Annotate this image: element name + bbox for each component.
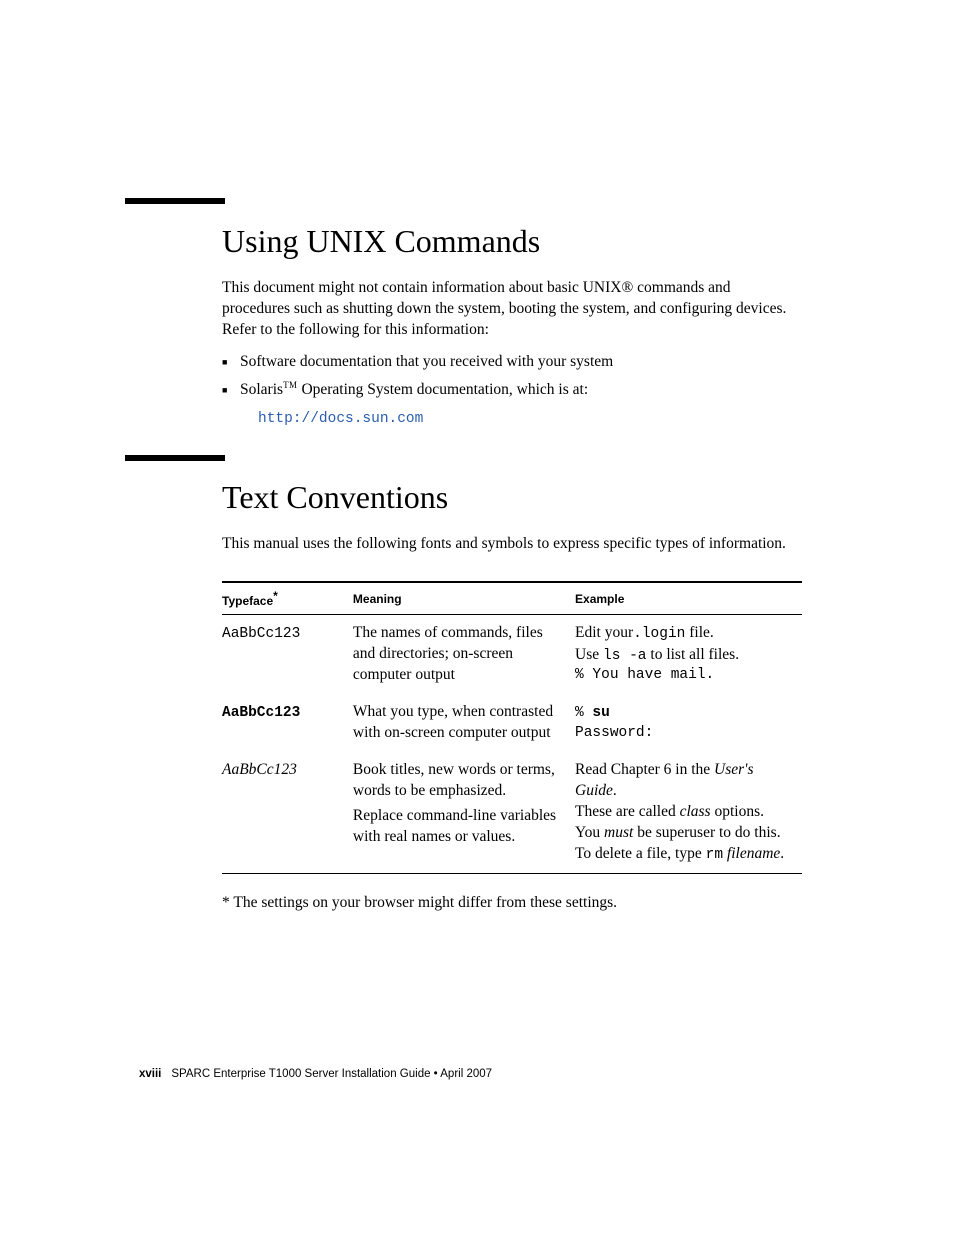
- page: Using UNIX Commands This document might …: [0, 0, 954, 1235]
- heading-text-conventions: Text Conventions: [222, 478, 802, 516]
- typeface-sample: AaBbCc123: [222, 694, 353, 752]
- trademark-symbol: TM: [283, 380, 298, 390]
- footer-title: SPARC Enterprise T1000 Server Installati…: [171, 1068, 492, 1080]
- meaning-cell: Book titles, new words or terms, words t…: [353, 752, 575, 874]
- text: Solaris: [240, 381, 283, 398]
- table-row: AaBbCc123 What you type, when contrasted…: [222, 694, 802, 752]
- example-cell: Edit your.login file. Use ls -a to list …: [575, 615, 802, 694]
- section-text-conventions: Text Conventions This manual uses the fo…: [222, 478, 802, 928]
- col-header-meaning: Meaning: [353, 582, 575, 615]
- example-cell: Read Chapter 6 in the User's Guide. Thes…: [575, 752, 802, 874]
- docs-link[interactable]: http://docs.sun.com: [258, 411, 423, 427]
- link-line: http://docs.sun.com: [258, 407, 802, 430]
- text: Operating System documentation, which is…: [298, 381, 589, 398]
- list-item: SolarisTM Operating System documentation…: [222, 379, 802, 431]
- page-footer: xviii SPARC Enterprise T1000 Server Insta…: [139, 1068, 492, 1080]
- section-using-unix: Using UNIX Commands This document might …: [222, 222, 802, 435]
- typeface-sample: AaBbCc123: [222, 752, 353, 874]
- table-row: AaBbCc123 The names of commands, files a…: [222, 615, 802, 694]
- table-row: AaBbCc123 Book titles, new words or term…: [222, 752, 802, 874]
- col-header-typeface: Typeface*: [222, 582, 353, 615]
- intro-paragraph: This document might not contain informat…: [222, 278, 802, 341]
- table-header-row: Typeface* Meaning Example: [222, 582, 802, 615]
- heading-using-unix: Using UNIX Commands: [222, 222, 802, 260]
- meaning-cell: The names of commands, files and directo…: [353, 615, 575, 694]
- table-footnote: * The settings on your browser might dif…: [222, 894, 802, 912]
- example-cell: % su Password:: [575, 694, 802, 752]
- list-item: Software documentation that you received…: [222, 351, 802, 373]
- section-rule: [125, 198, 225, 204]
- conventions-table: Typeface* Meaning Example AaBbCc123 The …: [222, 581, 802, 874]
- intro-paragraph: This manual uses the following fonts and…: [222, 534, 802, 555]
- typeface-sample: AaBbCc123: [222, 615, 353, 694]
- section-rule: [125, 455, 225, 461]
- col-header-example: Example: [575, 582, 802, 615]
- page-number: xviii: [139, 1068, 161, 1080]
- bullet-list: Software documentation that you received…: [222, 351, 802, 430]
- meaning-cell: What you type, when contrasted with on-s…: [353, 694, 575, 752]
